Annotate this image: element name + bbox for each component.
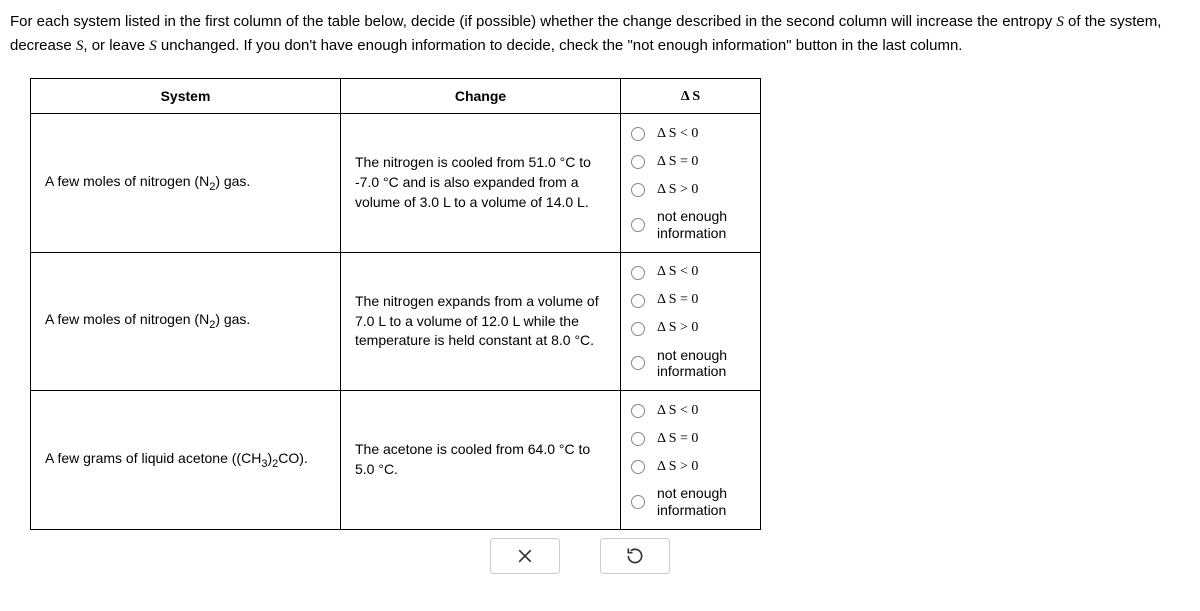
system-cell: A few grams of liquid acetone ((CH3)2CO)… bbox=[31, 391, 341, 530]
table-row: A few moles of nitrogen (N2) gas. The ni… bbox=[31, 252, 761, 391]
ds-cell: Δ S < 0 Δ S = 0 Δ S > 0 not enough infor… bbox=[621, 252, 761, 391]
entropy-table: System Change Δ S A few moles of nitroge… bbox=[30, 78, 761, 530]
reset-button[interactable] bbox=[600, 538, 670, 574]
radio-lt[interactable] bbox=[631, 127, 645, 141]
radio-eq[interactable] bbox=[631, 432, 645, 446]
option-label: Δ S > 0 bbox=[657, 320, 698, 337]
option-label: not enough information bbox=[657, 347, 750, 381]
option-label: Δ S < 0 bbox=[657, 264, 698, 281]
radio-lt[interactable] bbox=[631, 404, 645, 418]
controls-bar bbox=[490, 538, 1190, 574]
table-row: A few moles of nitrogen (N2) gas. The ni… bbox=[31, 114, 761, 253]
option-label: not enough information bbox=[657, 208, 750, 242]
option-label: Δ S > 0 bbox=[657, 459, 698, 476]
radio-gt[interactable] bbox=[631, 460, 645, 474]
radio-eq[interactable] bbox=[631, 294, 645, 308]
change-cell: The acetone is cooled from 64.0 °C to 5.… bbox=[341, 391, 621, 530]
radio-gt[interactable] bbox=[631, 183, 645, 197]
radio-nei[interactable] bbox=[631, 495, 645, 509]
radio-gt[interactable] bbox=[631, 322, 645, 336]
option-label: not enough information bbox=[657, 485, 750, 519]
system-cell: A few moles of nitrogen (N2) gas. bbox=[31, 114, 341, 253]
option-label: Δ S = 0 bbox=[657, 292, 698, 309]
reset-icon bbox=[625, 546, 645, 566]
system-cell: A few moles of nitrogen (N2) gas. bbox=[31, 252, 341, 391]
change-cell: The nitrogen is cooled from 51.0 °C to -… bbox=[341, 114, 621, 253]
close-icon bbox=[515, 546, 535, 566]
ds-cell: Δ S < 0 Δ S = 0 Δ S > 0 not enough infor… bbox=[621, 391, 761, 530]
change-cell: The nitrogen expands from a volume of 7.… bbox=[341, 252, 621, 391]
radio-eq[interactable] bbox=[631, 155, 645, 169]
radio-nei[interactable] bbox=[631, 218, 645, 232]
option-label: Δ S < 0 bbox=[657, 126, 698, 143]
header-change: Change bbox=[341, 79, 621, 114]
option-label: Δ S = 0 bbox=[657, 431, 698, 448]
option-label: Δ S > 0 bbox=[657, 182, 698, 199]
option-label: Δ S < 0 bbox=[657, 403, 698, 420]
header-ds: Δ S bbox=[621, 79, 761, 114]
ds-cell: Δ S < 0 Δ S = 0 Δ S > 0 not enough infor… bbox=[621, 114, 761, 253]
option-label: Δ S = 0 bbox=[657, 154, 698, 171]
header-system: System bbox=[31, 79, 341, 114]
radio-lt[interactable] bbox=[631, 266, 645, 280]
radio-nei[interactable] bbox=[631, 356, 645, 370]
table-row: A few grams of liquid acetone ((CH3)2CO)… bbox=[31, 391, 761, 530]
close-button[interactable] bbox=[490, 538, 560, 574]
instructions-text: For each system listed in the first colu… bbox=[10, 10, 1190, 58]
